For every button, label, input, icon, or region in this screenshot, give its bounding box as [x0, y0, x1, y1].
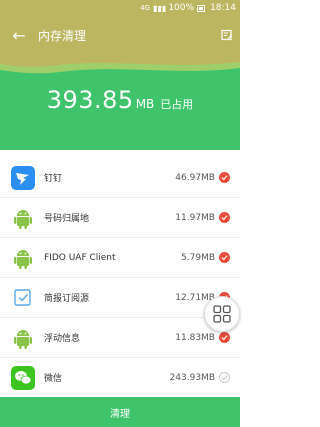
app-memory-size: 243.93MB	[169, 372, 215, 383]
memory-used-label: 已占用	[160, 98, 194, 111]
signal-bars-icon: ▮▮▮	[153, 3, 167, 13]
app-name: FIDO UAF Client	[44, 252, 116, 263]
memory-summary: 393.85 MB 已占用	[0, 54, 240, 150]
android-icon	[10, 325, 36, 351]
edit-list-icon	[221, 29, 233, 40]
app-list: 钉钉 46.97MB 号码归属地 11.97MB FIDO UAF Client 5.79…	[0, 158, 240, 398]
wechat-icon	[10, 365, 36, 391]
app-memory-size: 46.97MB	[175, 172, 215, 183]
checkmark-icon	[221, 375, 228, 381]
app-memory-size: 11.97MB	[175, 212, 215, 223]
battery-icon	[197, 4, 206, 12]
android-icon	[10, 245, 36, 271]
app-name: 微信	[44, 374, 63, 384]
checkmark-icon	[221, 175, 228, 181]
memory-used-unit: MB	[135, 97, 155, 111]
app-select-checkbox[interactable]	[219, 212, 230, 223]
arrow-left-icon: ←	[12, 25, 26, 45]
clean-history-button[interactable]	[214, 26, 240, 45]
header-wave	[0, 54, 240, 74]
status-bar: 4G ▮▮▮ 100% 18:14	[0, 0, 240, 16]
app-name: 简报订阅源	[44, 294, 90, 304]
app-select-checkbox[interactable]	[219, 332, 230, 343]
memory-used: 393.85 MB 已占用	[0, 86, 240, 114]
app-row[interactable]: 钉钉 46.97MB	[0, 158, 240, 198]
dingtalk-icon	[10, 165, 36, 191]
app-name: 钉钉	[44, 174, 63, 184]
page-title: 内存清理	[38, 28, 87, 43]
floating-menu-button[interactable]	[204, 296, 240, 332]
android-icon	[10, 205, 36, 231]
checkmark-icon	[221, 335, 228, 341]
app-memory-size: 5.79MB	[181, 252, 215, 263]
checkmark-icon	[221, 215, 228, 221]
grid-icon	[213, 305, 231, 323]
back-button[interactable]: ←	[0, 26, 38, 45]
app-select-checkbox[interactable]	[219, 252, 230, 263]
app-bar: ← 内存清理	[0, 16, 240, 54]
clock: 18:14	[210, 3, 236, 13]
clean-button[interactable]: 清理	[0, 397, 240, 427]
app-row[interactable]: 浮动信息 11.83MB	[0, 318, 240, 358]
app-row[interactable]: FIDO UAF Client 5.79MB	[0, 238, 240, 278]
app-select-checkbox[interactable]	[219, 372, 230, 383]
briefing-icon	[10, 285, 36, 311]
battery-percent: 100%	[168, 3, 195, 13]
app-select-checkbox[interactable]	[219, 172, 230, 183]
app-row[interactable]: 号码归属地 11.97MB	[0, 198, 240, 238]
app-name: 浮动信息	[44, 334, 81, 344]
checkmark-icon	[221, 255, 228, 261]
memory-used-value: 393.85	[46, 86, 134, 114]
clean-button-label: 清理	[110, 408, 130, 420]
app-row[interactable]: 微信 243.93MB	[0, 358, 240, 398]
signal-indicator: 4G	[140, 4, 151, 12]
app-name: 号码归属地	[44, 214, 90, 224]
app-memory-size: 11.83MB	[175, 332, 215, 343]
